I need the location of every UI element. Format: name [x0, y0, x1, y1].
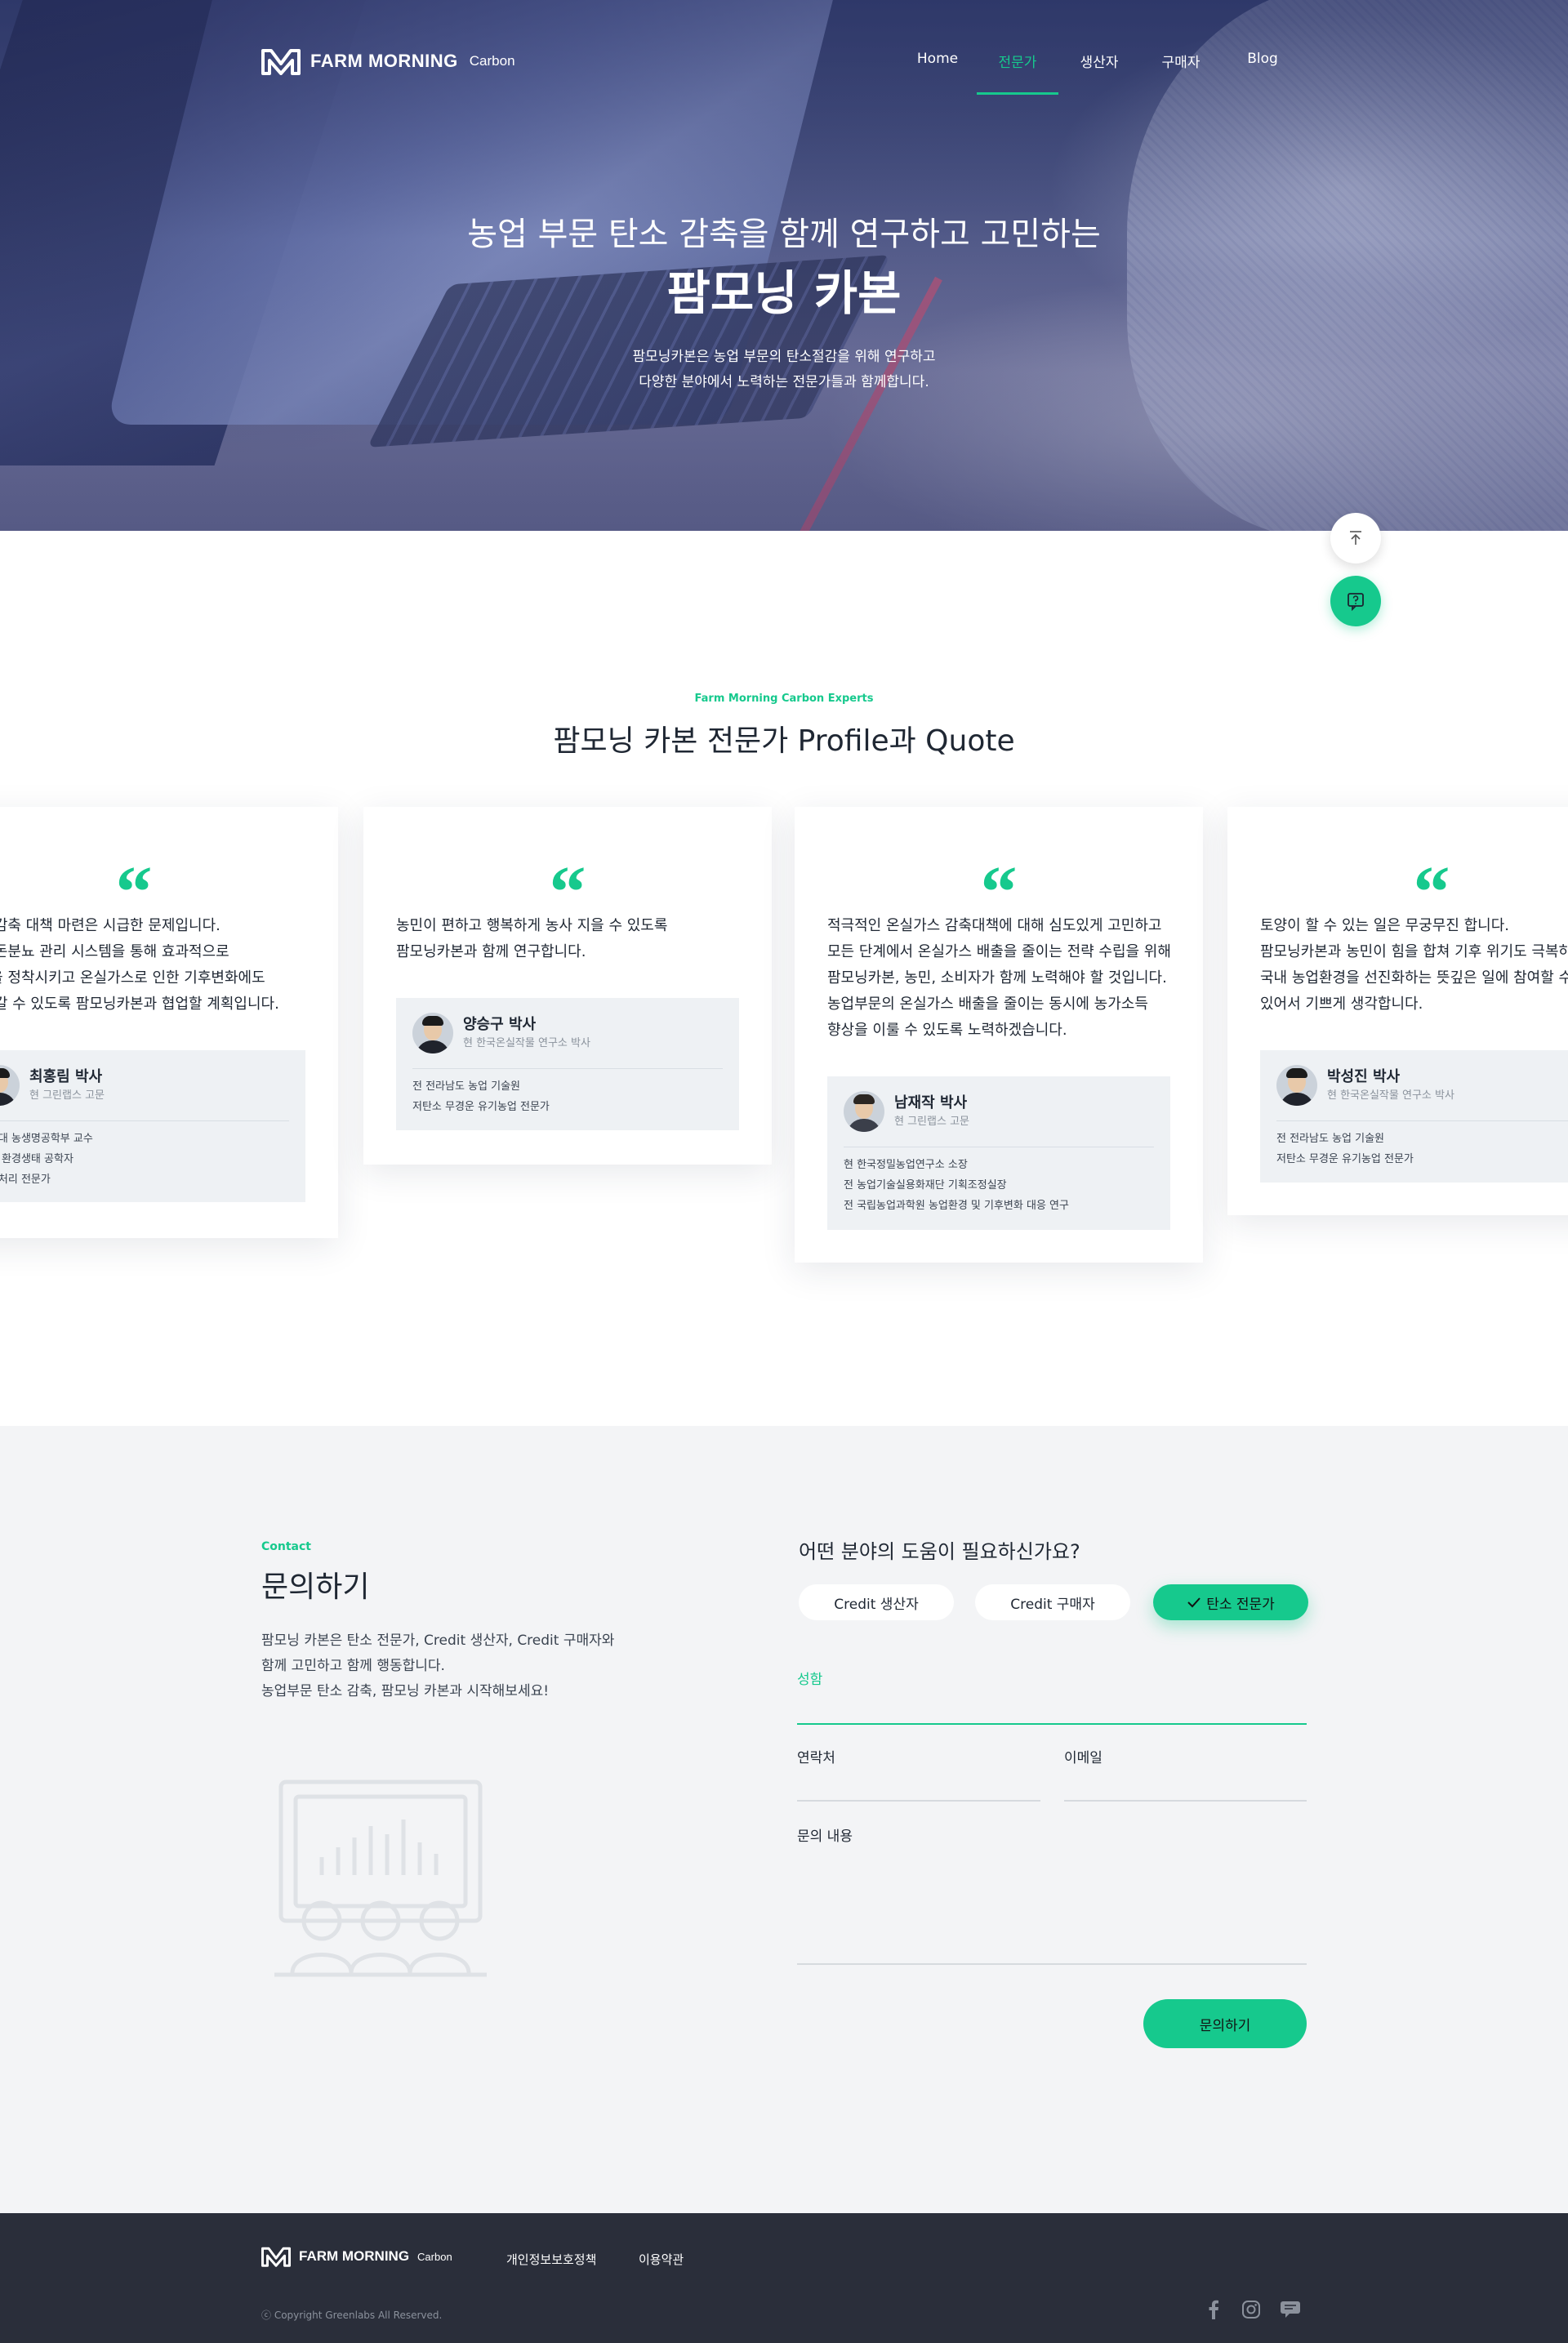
quote-mark-icon: “	[980, 856, 1018, 905]
expert-quote: 토양이 할 수 있는 일은 무궁무진 합니다. 팜모닝카본과 농민이 힘을 합쳐…	[1260, 917, 1568, 1013]
help-chat-button[interactable]	[1330, 576, 1381, 626]
expert-card: “ 적극적인 온실가스 감축대책에 대해 심도있게 고민하고 모든 단계에서 온…	[795, 807, 1203, 1263]
farm-morning-logo-icon	[261, 2247, 291, 2267]
expert-history: 전 전라남도 농업 기술원 저탄소 무경운 유기농업 전문가	[412, 1080, 550, 1113]
expert-role: 현 한국온실작물 연구소 박사	[463, 1037, 590, 1049]
instagram-icon	[1242, 2301, 1260, 2319]
farm-morning-logo-icon	[261, 49, 301, 75]
nav-experts[interactable]: 전문가	[977, 51, 1058, 95]
expert-card: “ 토양이 할 수 있는 일은 무궁무진 합니다. 팜모닝카본과 농민이 힘을 …	[1227, 807, 1568, 1215]
expert-profile: 남재작 박사 현 그린랩스 고문 현 한국정밀농업연구소 소장 전 농업기술실용…	[827, 1076, 1170, 1230]
chat-link[interactable]	[1279, 2298, 1302, 2321]
hero-subtitle: 농업 부문 탄소 감축을 함께 연구하고 고민하는	[467, 216, 1101, 253]
contact-label: Contact	[261, 1540, 311, 1553]
question-chat-icon	[1348, 593, 1364, 611]
footer-logo[interactable]: FARM MORNING Carbon	[261, 2246, 452, 2267]
option-carbon-expert[interactable]: 탄소 전문가	[1153, 1584, 1308, 1620]
expert-profile: 양승구 박사 현 한국온실작물 연구소 박사 전 전라남도 농업 기술원 저탄소…	[396, 998, 739, 1130]
hero-title: 팜모닝 카본	[666, 265, 902, 321]
hero-desc-line-1: 팜모닝카본은 농업 부문의 탄소절감을 위해 연구하고	[632, 349, 936, 365]
facebook-link[interactable]	[1202, 2298, 1225, 2321]
arrow-up-icon	[1350, 531, 1361, 545]
expert-profile: 최홍림 박사 현 그린랩스 고문 서울대 농생명공학부 교수 최초 환경생태 공…	[0, 1050, 305, 1202]
profile-divider	[0, 1120, 289, 1121]
footer-brand-sub: Carbon	[417, 2250, 452, 2263]
scroll-top-button[interactable]	[1330, 513, 1381, 563]
message-field[interactable]	[797, 1963, 1307, 1965]
instagram-link[interactable]	[1240, 2298, 1263, 2321]
help-question: 어떤 분야의 도움이 필요하신가요?	[799, 1540, 1080, 1563]
chat-bubble-icon	[1281, 2301, 1300, 2318]
nav-producers[interactable]: 생산자	[1058, 51, 1140, 95]
expert-role: 현 그린랩스 고문	[29, 1089, 105, 1102]
name-field[interactable]	[797, 1723, 1307, 1725]
profile-divider	[412, 1068, 723, 1069]
phone-field-label: 연락처	[797, 1750, 835, 1766]
profile-divider	[1276, 1120, 1568, 1121]
message-field-label: 문의 내용	[797, 1829, 853, 1845]
expert-name: 최홍림 박사	[29, 1068, 103, 1085]
quote-mark-icon: “	[549, 856, 586, 905]
main-menu: Home 전문가 생산자 구매자 Blog	[898, 51, 1303, 95]
expert-name: 남재작 박사	[894, 1094, 968, 1111]
expert-quote: 농민이 편하고 행복하게 농사 지을 수 있도록 팜모닝카본과 함께 연구합니다…	[396, 917, 668, 960]
brand-name: FARM MORNING	[310, 51, 458, 71]
submit-inquiry-button[interactable]: 문의하기	[1143, 1999, 1307, 2048]
presentation-audience-icon	[274, 1780, 487, 1977]
hero-description: 팜모닝카본은 농업 부문의 탄소절감을 위해 연구하고 다양한 분야에서 노력하…	[0, 345, 1568, 395]
avatar	[1276, 1065, 1317, 1106]
footer: FARM MORNING Carbon 개인정보보호정책 이용약관 ⓒ Copy…	[0, 2213, 1568, 2343]
expert-history: 전 전라남도 농업 기술원 저탄소 무경운 유기농업 전문가	[1276, 1133, 1414, 1165]
nav-blog[interactable]: Blog	[1222, 51, 1303, 95]
expert-name: 양승구 박사	[463, 1016, 537, 1033]
copyright: ⓒ Copyright Greenlabs All Reserved.	[261, 2310, 443, 2321]
avatar	[844, 1091, 884, 1132]
name-field-label: 성함	[797, 1672, 823, 1688]
expert-profile: 박성진 박사 현 한국온실작물 연구소 박사 전 전라남도 농업 기술원 저탄소…	[1260, 1050, 1568, 1183]
experts-section-label: Farm Morning Carbon Experts	[694, 693, 874, 705]
expert-history: 서울대 농생명공학부 교수 최초 환경생태 공학자 분뇨처리 전문가	[0, 1133, 93, 1186]
phone-field[interactable]	[797, 1800, 1040, 1802]
contact-section: Contact 문의하기 팜모닝 카본은 탄소 전문가, Credit 생산자,…	[0, 1426, 1568, 2213]
terms-link[interactable]: 이용약관	[639, 2251, 684, 2268]
expert-quote: 가스 감축 대책 마련은 시급한 문제입니다. 화 양돈분뇨 관리 시스템을 통…	[0, 917, 279, 1013]
contact-description: 팜모닝 카본은 탄소 전문가, Credit 생산자, Credit 구매자와 …	[261, 1633, 615, 1699]
check-icon	[1187, 1597, 1200, 1608]
facebook-icon	[1209, 2300, 1218, 2319]
quote-mark-icon: “	[1413, 856, 1450, 905]
option-credit-producer[interactable]: Credit 생산자	[799, 1584, 954, 1620]
nav-buyers[interactable]: 구매자	[1140, 51, 1222, 95]
top-nav: FARM MORNING Carbon Home 전문가 생산자 구매자 Blo…	[0, 0, 1568, 95]
email-field[interactable]	[1064, 1800, 1307, 1802]
quote-mark-icon: “	[115, 856, 153, 905]
experts-section-title: 팜모닝 카본 전문가 Profile과 Quote	[553, 724, 1015, 758]
email-field-label: 이메일	[1064, 1750, 1102, 1766]
brand-logo[interactable]: FARM MORNING Carbon	[261, 47, 515, 75]
expert-quote: 적극적인 온실가스 감축대책에 대해 심도있게 고민하고 모든 단계에서 온실가…	[827, 917, 1171, 1039]
avatar	[0, 1065, 20, 1106]
expert-card: “ 가스 감축 대책 마련은 시급한 문제입니다. 화 양돈분뇨 관리 시스템을…	[0, 807, 338, 1238]
expert-role: 현 그린랩스 고문	[894, 1116, 969, 1128]
footer-brand-name: FARM MORNING	[299, 2248, 410, 2264]
nav-home[interactable]: Home	[898, 51, 977, 95]
hero-section: FARM MORNING Carbon Home 전문가 생산자 구매자 Blo…	[0, 0, 1568, 531]
brand-sub: Carbon	[469, 53, 515, 69]
expert-history: 현 한국정밀농업연구소 소장 전 농업기술실용화재단 기획조정실장 전 국립농업…	[844, 1159, 1069, 1212]
hero-desc-line-2: 다양한 분야에서 노력하는 전문가들과 함께합니다.	[639, 374, 929, 390]
option-credit-buyer[interactable]: Credit 구매자	[975, 1584, 1130, 1620]
expert-role: 현 한국온실작물 연구소 박사	[1327, 1089, 1454, 1102]
avatar	[412, 1013, 453, 1053]
expert-name: 박성진 박사	[1327, 1068, 1401, 1085]
expert-card: “ 농민이 편하고 행복하게 농사 지을 수 있도록 팜모닝카본과 함께 연구합…	[363, 807, 772, 1165]
privacy-policy-link[interactable]: 개인정보보호정책	[506, 2251, 596, 2268]
contact-title: 문의하기	[261, 1570, 370, 1604]
